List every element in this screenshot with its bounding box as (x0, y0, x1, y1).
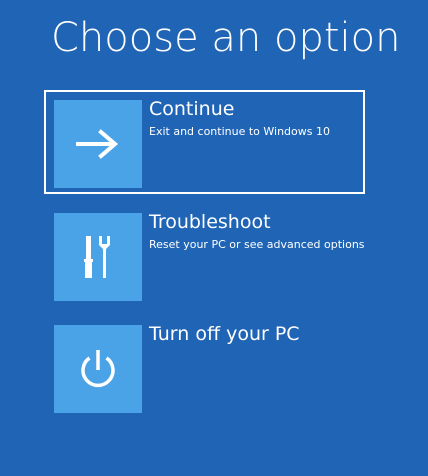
troubleshoot-text: Troubleshoot Reset your PC or see advanc… (149, 210, 365, 253)
troubleshoot-option[interactable]: Troubleshoot Reset your PC or see advanc… (44, 203, 365, 307)
tools-icon (84, 236, 110, 278)
turn-off-option[interactable]: Turn off your PC (44, 315, 365, 419)
arrow-right-icon (76, 129, 119, 159)
turn-off-label: Turn off your PC (149, 323, 300, 345)
continue-option[interactable]: Continue Exit and continue to Windows 10 (44, 90, 365, 194)
page-title: Choose an option (51, 15, 401, 61)
recovery-screen: Choose an option Continue Exit and conti… (0, 0, 428, 476)
continue-tile (54, 100, 142, 188)
troubleshoot-label: Troubleshoot (149, 211, 271, 233)
continue-text: Continue Exit and continue to Windows 10 (149, 97, 359, 140)
power-icon (81, 350, 115, 388)
troubleshoot-tile (54, 213, 142, 301)
turn-off-tile (54, 325, 142, 413)
continue-label: Continue (149, 98, 235, 120)
troubleshoot-description: Reset your PC or see advanced options (149, 238, 365, 251)
continue-description: Exit and continue to Windows 10 (149, 125, 330, 138)
turn-off-text: Turn off your PC (149, 322, 359, 346)
